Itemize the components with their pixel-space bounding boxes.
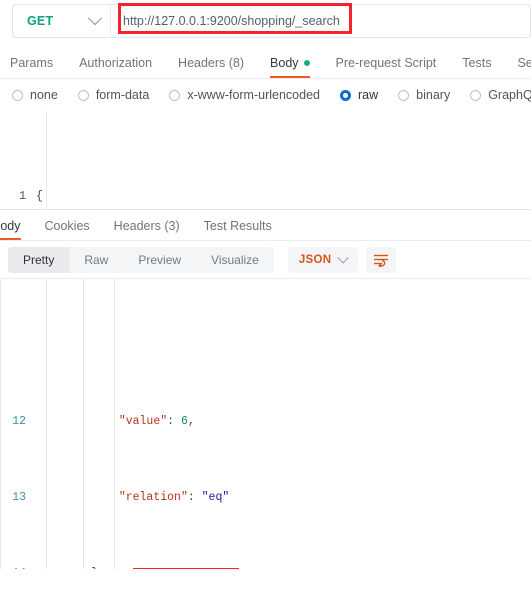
request-url-bar: GET http://127.0.0.1:9200/shopping/_sear… <box>0 0 531 46</box>
response-line-13-value: "eq" <box>201 491 230 504</box>
line-number: 14 <box>0 564 36 569</box>
line-number: 1 <box>19 190 26 203</box>
request-line-1-text: { <box>36 190 43 203</box>
gutter-divider <box>46 111 47 209</box>
response-line-12-tail: , <box>187 415 195 428</box>
tab-body[interactable]: Body <box>270 56 310 78</box>
view-mode-segmented-control: Pretty Raw Preview Visualize <box>8 246 274 273</box>
response-line-13-sep: : <box>187 491 202 504</box>
line-number: 13 <box>12 491 26 504</box>
tab-settings-label: Set <box>517 56 531 70</box>
body-type-graphql-label: GraphQL <box>488 88 531 102</box>
view-mode-preview[interactable]: Preview <box>123 247 196 273</box>
body-type-binary-label: binary <box>416 88 451 102</box>
tab-authorization[interactable]: Authorization <box>79 56 152 78</box>
body-type-raw-label: raw <box>358 88 379 102</box>
response-line-13-key: "relation" <box>118 491 188 504</box>
response-tab-headers-label: Headers (3) <box>113 219 180 233</box>
tab-tests-label: Tests <box>462 56 492 70</box>
tab-tests[interactable]: Tests <box>462 56 491 78</box>
view-mode-visualize[interactable]: Visualize <box>196 247 274 273</box>
indent-guide <box>83 279 84 569</box>
request-line-1: 1 { <box>0 187 531 206</box>
radio-selected-icon <box>340 89 351 101</box>
tab-authorization-label: Authorization <box>79 56 153 70</box>
tab-pre-request-script-label: Pre-request Script <box>335 56 437 70</box>
response-line-12-value: 6 <box>180 415 188 428</box>
response-format-label: JSON <box>298 253 332 266</box>
tab-headers[interactable]: Headers (8) <box>178 56 244 78</box>
chevron-down-icon <box>337 251 350 264</box>
body-type-graphql[interactable]: GraphQL <box>470 88 531 102</box>
request-body-editor[interactable]: 1 { 2 ····"query":{ 3 ········"match":{ … <box>0 111 531 210</box>
body-type-none-label: none <box>30 88 58 102</box>
wrap-lines-button[interactable] <box>366 246 397 273</box>
http-method-label: GET <box>27 14 54 28</box>
body-type-radio-group: none form-data x-www-form-urlencoded raw… <box>0 79 531 111</box>
url-input[interactable]: http://127.0.0.1:9200/shopping/_search <box>111 5 530 37</box>
response-line-14: 14 }, <box>0 564 531 569</box>
body-type-binary[interactable]: binary <box>398 88 450 102</box>
response-tab-body[interactable]: Body <box>0 219 21 240</box>
body-type-urlencoded[interactable]: x-www-form-urlencoded <box>169 88 320 102</box>
radio-icon <box>470 89 482 101</box>
request-tabs: Params Authorization Headers (8) Body Pr… <box>0 46 531 79</box>
url-shell: GET http://127.0.0.1:9200/shopping/_sear… <box>12 4 531 38</box>
response-format-dropdown[interactable]: JSON <box>287 246 359 273</box>
response-tab-cookies[interactable]: Cookies <box>45 219 90 240</box>
response-line-14-text: }, <box>91 564 105 569</box>
radio-icon <box>77 89 89 101</box>
chevron-down-icon <box>87 11 103 26</box>
response-tab-headers[interactable]: Headers (3) <box>114 219 180 240</box>
line-number: 12 <box>12 415 26 428</box>
tab-body-label: Body <box>270 56 299 70</box>
gutter-divider <box>46 279 47 569</box>
tab-headers-label: Headers (8) <box>178 56 245 70</box>
response-tab-cookies-label: Cookies <box>44 219 90 233</box>
tab-params[interactable]: Params <box>10 56 53 78</box>
body-modified-dot-icon <box>303 60 310 66</box>
wrap-lines-icon <box>374 254 389 267</box>
response-view-toolbar: Pretty Raw Preview Visualize JSON <box>0 241 531 279</box>
response-line-12-sep: : <box>167 415 181 428</box>
indent-guide <box>114 279 115 569</box>
response-tab-test-results[interactable]: Test Results <box>204 219 272 240</box>
body-type-none[interactable]: none <box>12 88 58 102</box>
response-line-12-key: "value" <box>118 415 168 428</box>
body-type-form-data-label: form-data <box>95 88 150 102</box>
tab-pre-request-script[interactable]: Pre-request Script <box>336 56 437 78</box>
radio-icon <box>398 89 410 101</box>
response-tab-body-label: Body <box>0 219 21 233</box>
response-tabs: Body Cookies Headers (3) Test Results <box>0 210 531 241</box>
body-type-urlencoded-label: x-www-form-urlencoded <box>187 88 320 102</box>
radio-icon <box>169 89 181 101</box>
view-mode-raw[interactable]: Raw <box>69 247 123 273</box>
view-mode-pretty[interactable]: Pretty <box>8 246 70 273</box>
response-body-editor[interactable]: 12 "value": 6, 13 "relation": "eq" 14 },… <box>0 279 531 569</box>
tab-params-label: Params <box>10 56 54 70</box>
response-line-12: 12 "value": 6, <box>0 412 531 431</box>
tab-settings[interactable]: Set <box>517 56 531 78</box>
response-tab-test-results-label: Test Results <box>203 219 272 233</box>
response-line-13: 13 "relation": "eq" <box>0 488 531 507</box>
radio-icon <box>12 89 23 101</box>
http-method-dropdown[interactable]: GET <box>13 5 111 37</box>
body-type-raw[interactable]: raw <box>340 88 378 102</box>
body-type-form-data[interactable]: form-data <box>77 88 150 102</box>
